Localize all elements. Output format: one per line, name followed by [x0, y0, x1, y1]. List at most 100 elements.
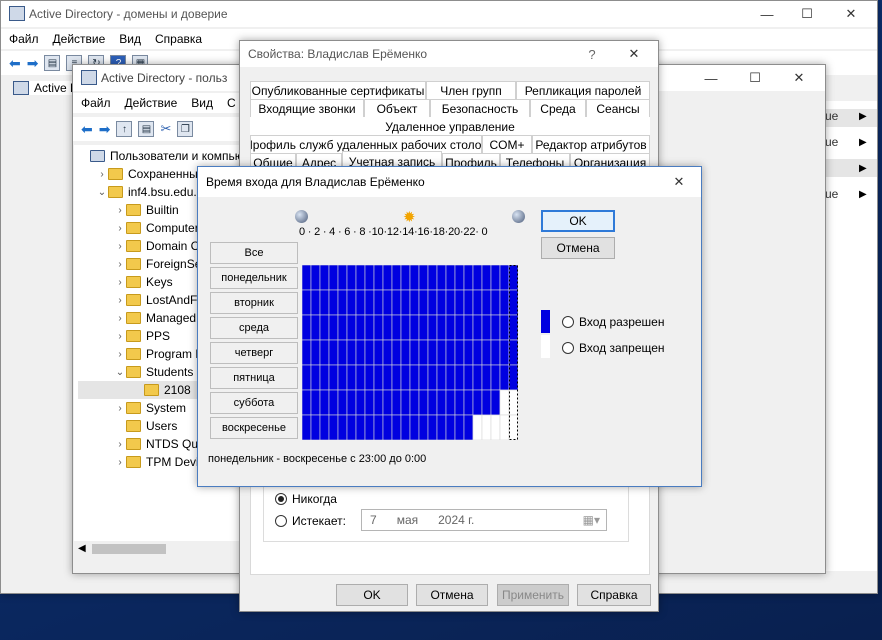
hour-cell[interactable] — [302, 289, 312, 316]
hour-cell[interactable] — [445, 389, 456, 416]
hour-cell[interactable] — [490, 314, 501, 341]
hour-cell[interactable] — [337, 364, 348, 391]
right-arrow-2[interactable]: ▶ — [859, 137, 867, 148]
hour-cell[interactable] — [346, 414, 357, 440]
hour-cell[interactable] — [337, 265, 348, 291]
hour-cell[interactable] — [364, 289, 375, 316]
hour-cell[interactable] — [355, 389, 366, 416]
logon-close-button[interactable]: ✕ — [659, 169, 699, 195]
hour-cell[interactable] — [463, 339, 474, 366]
hour-cell[interactable] — [400, 314, 411, 341]
hour-cell[interactable] — [454, 265, 465, 291]
hour-cell[interactable] — [472, 339, 483, 366]
menu-file[interactable]: Файл — [9, 32, 39, 46]
hour-cell[interactable] — [400, 265, 411, 291]
hour-cell[interactable] — [328, 414, 339, 440]
expand-arrow-icon[interactable]: ⌄ — [114, 367, 126, 378]
hour-cell[interactable] — [490, 414, 501, 440]
hour-cell[interactable] — [436, 389, 447, 416]
logon-cancel-button[interactable]: Отмена — [541, 237, 615, 259]
hour-cell[interactable] — [337, 289, 348, 316]
hour-cell[interactable] — [418, 314, 429, 341]
properties-help-button[interactable]: ? — [572, 41, 612, 67]
hour-cell[interactable] — [382, 265, 393, 291]
hour-cell[interactable] — [310, 314, 321, 341]
menu-help[interactable]: Справка — [155, 32, 202, 46]
hour-cell[interactable] — [409, 289, 420, 316]
hour-cell[interactable] — [310, 414, 321, 440]
hour-cell[interactable] — [302, 339, 312, 366]
hour-cell[interactable] — [346, 364, 357, 391]
users-back-icon[interactable]: ⬅ — [81, 121, 93, 138]
menu-action[interactable]: Действие — [53, 32, 106, 46]
hour-cell[interactable] — [445, 265, 456, 291]
users-maximize-button[interactable]: ☐ — [735, 65, 775, 91]
hour-cell[interactable] — [454, 389, 465, 416]
hour-cell[interactable] — [328, 265, 339, 291]
hour-cell[interactable] — [346, 289, 357, 316]
hour-cell[interactable] — [499, 414, 510, 440]
hour-cell[interactable] — [463, 265, 474, 291]
properties-titlebar[interactable]: Свойства: Владислав Ерёменко ? ✕ — [240, 41, 658, 67]
tree-hscrollbar[interactable]: ◀ — [74, 541, 242, 557]
day-row-button[interactable]: среда — [210, 317, 298, 339]
expand-arrow-icon[interactable]: › — [96, 169, 108, 180]
hour-cell[interactable] — [310, 364, 321, 391]
scroll-thumb[interactable] — [92, 544, 166, 554]
users-up-icon[interactable]: ↑ — [116, 121, 133, 137]
hour-cell[interactable] — [391, 265, 402, 291]
expand-arrow-icon[interactable]: › — [114, 295, 126, 306]
tree-item[interactable]: Пользователи и компьют — [78, 147, 249, 165]
hour-cell[interactable] — [355, 265, 366, 291]
hour-cell[interactable] — [427, 414, 438, 440]
hour-cell[interactable] — [337, 414, 348, 440]
hour-cell[interactable] — [499, 314, 510, 341]
day-row-button[interactable]: четверг — [210, 342, 298, 364]
hour-cell[interactable] — [302, 364, 312, 391]
ad-domains-titlebar[interactable]: Active Directory - домены и доверие — ☐ … — [1, 1, 877, 27]
users-close-button[interactable]: ✕ — [779, 65, 819, 91]
hour-cell[interactable] — [508, 265, 518, 291]
hour-cell[interactable] — [472, 289, 483, 316]
back-icon[interactable]: ⬅ — [9, 55, 21, 72]
logon-hours-grid[interactable] — [302, 265, 518, 440]
hour-cell[interactable] — [436, 289, 447, 316]
hour-cell[interactable] — [499, 289, 510, 316]
hour-cell[interactable] — [302, 265, 312, 291]
scroll-left-arrow[interactable]: ◀ — [78, 543, 86, 554]
calendar-icon[interactable]: ▦▾ — [583, 513, 600, 527]
hour-cell[interactable] — [409, 414, 420, 440]
hour-cell[interactable] — [508, 314, 518, 341]
hour-cell[interactable] — [490, 339, 501, 366]
hour-cell[interactable] — [409, 265, 420, 291]
hour-cell[interactable] — [391, 289, 402, 316]
hour-cell[interactable] — [355, 414, 366, 440]
hour-cell[interactable] — [409, 314, 420, 341]
hour-cell[interactable] — [346, 339, 357, 366]
expires-radio-dot[interactable] — [275, 515, 287, 527]
hour-cell[interactable] — [373, 265, 384, 291]
tab-password-replication[interactable]: Репликация паролей — [516, 81, 650, 99]
hour-cell[interactable] — [481, 314, 492, 341]
users-tree-icon[interactable]: ▤ — [138, 121, 155, 137]
hour-cell[interactable] — [463, 314, 474, 341]
cut-icon[interactable]: ✂ — [160, 121, 171, 137]
hour-cell[interactable] — [472, 265, 483, 291]
expand-arrow-icon[interactable]: › — [114, 205, 126, 216]
hour-cell[interactable] — [373, 314, 384, 341]
copy-icon[interactable]: ❐ — [177, 121, 194, 137]
hour-cell[interactable] — [382, 389, 393, 416]
hour-cell[interactable] — [472, 364, 483, 391]
hour-cell[interactable] — [508, 364, 518, 391]
hour-cell[interactable] — [454, 314, 465, 341]
hour-cell[interactable] — [328, 364, 339, 391]
day-row-button[interactable]: суббота — [210, 392, 298, 414]
properties-ok-button[interactable]: OK — [336, 584, 408, 606]
hour-cell[interactable] — [382, 414, 393, 440]
hour-cell[interactable] — [364, 265, 375, 291]
hour-cell[interactable] — [427, 289, 438, 316]
right-arrow-4[interactable]: ▶ — [859, 189, 867, 200]
hour-cell[interactable] — [337, 389, 348, 416]
hour-cell[interactable] — [302, 314, 312, 341]
hour-cell[interactable] — [400, 339, 411, 366]
